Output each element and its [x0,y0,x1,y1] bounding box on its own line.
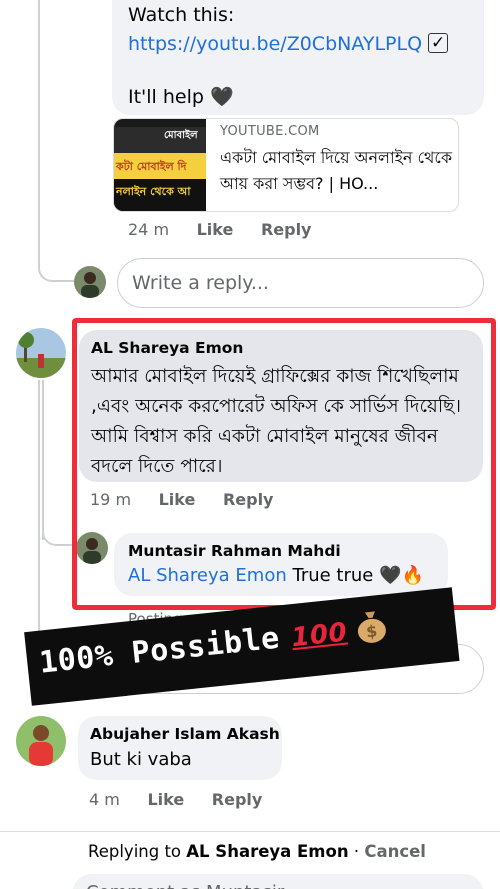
comment-text-line: It'll help 🖤 [128,85,234,108]
comment-meta: 4 m Like Reply [89,790,284,809]
comment-link-line: https://youtu.be/Z0CbNAYLPLQ ✓ [128,33,449,55]
thread-line-curve [38,266,74,282]
comment-text-line: Watch this: [128,4,235,26]
avatar [74,266,106,298]
comment-composer-input[interactable]: Comment as Muntasir [72,874,484,889]
banner-text: 100% Possible [37,620,282,681]
thread-line [38,380,40,665]
cancel-button[interactable]: Cancel [364,842,426,861]
comment-time: 24 m [128,220,170,239]
comment-author[interactable]: Abujaher Islam Akash [90,725,280,743]
comment-text: But ki vaba [90,749,192,770]
link-preview-card[interactable]: মোবাইল কটা মোবাইল দি নলাইন থেকে আ YOUTUB… [113,118,459,212]
highlight-box [72,318,496,610]
comment-meta: 24 m Like Reply [128,220,333,239]
thumbnail-text: কটা মোবাইল দি [116,160,187,173]
replying-target: AL Shareya Emon [186,842,349,861]
avatar [16,328,66,378]
avatar [16,716,66,766]
write-reply-input[interactable]: Write a reply... [117,258,484,308]
preview-title: একটা মোবাইল দিয়ে অনলাইন থেকে আয় করা সম… [220,148,453,193]
reply-button[interactable]: Reply [261,220,312,239]
banner-text-row: 100% Possible 100 $ [37,606,391,681]
comment-time: 4 m [89,790,120,809]
thumbnail-text: নলাইন থেকে আ [116,185,191,198]
thread-line [38,0,40,268]
black-heart-icon: 🖤 [210,86,234,108]
separator: · [348,842,365,861]
thread-line-curve [42,528,76,546]
replying-prefix: Replying to [88,842,187,861]
reply-bar: Replying to AL Shareya Emon · Cancel Com… [0,831,500,889]
youtube-link[interactable]: https://youtu.be/Z0CbNAYLPLQ [128,33,422,55]
checkmark-icon: ✓ [428,33,449,53]
reply-button[interactable]: Reply [212,790,263,809]
thumbnail-text: মোবাইল [164,130,198,141]
like-button[interactable]: Like [147,790,184,809]
replying-to-label: Replying to AL Shareya Emon · Cancel [88,842,426,861]
comment-bubble: Abujaher Islam Akash But ki vaba [78,716,282,780]
money-bag-icon: $ [353,606,391,645]
svg-text:$: $ [365,621,379,641]
preview-domain: YOUTUBE.COM [220,124,320,139]
hundred-points-icon: 100 [289,617,349,654]
video-thumbnail: মোবাইল কটা মোবাইল দি নলাইন থেকে আ [114,119,206,211]
like-button[interactable]: Like [197,220,234,239]
thread-line [42,380,44,540]
comment-text: It'll help [128,86,204,108]
